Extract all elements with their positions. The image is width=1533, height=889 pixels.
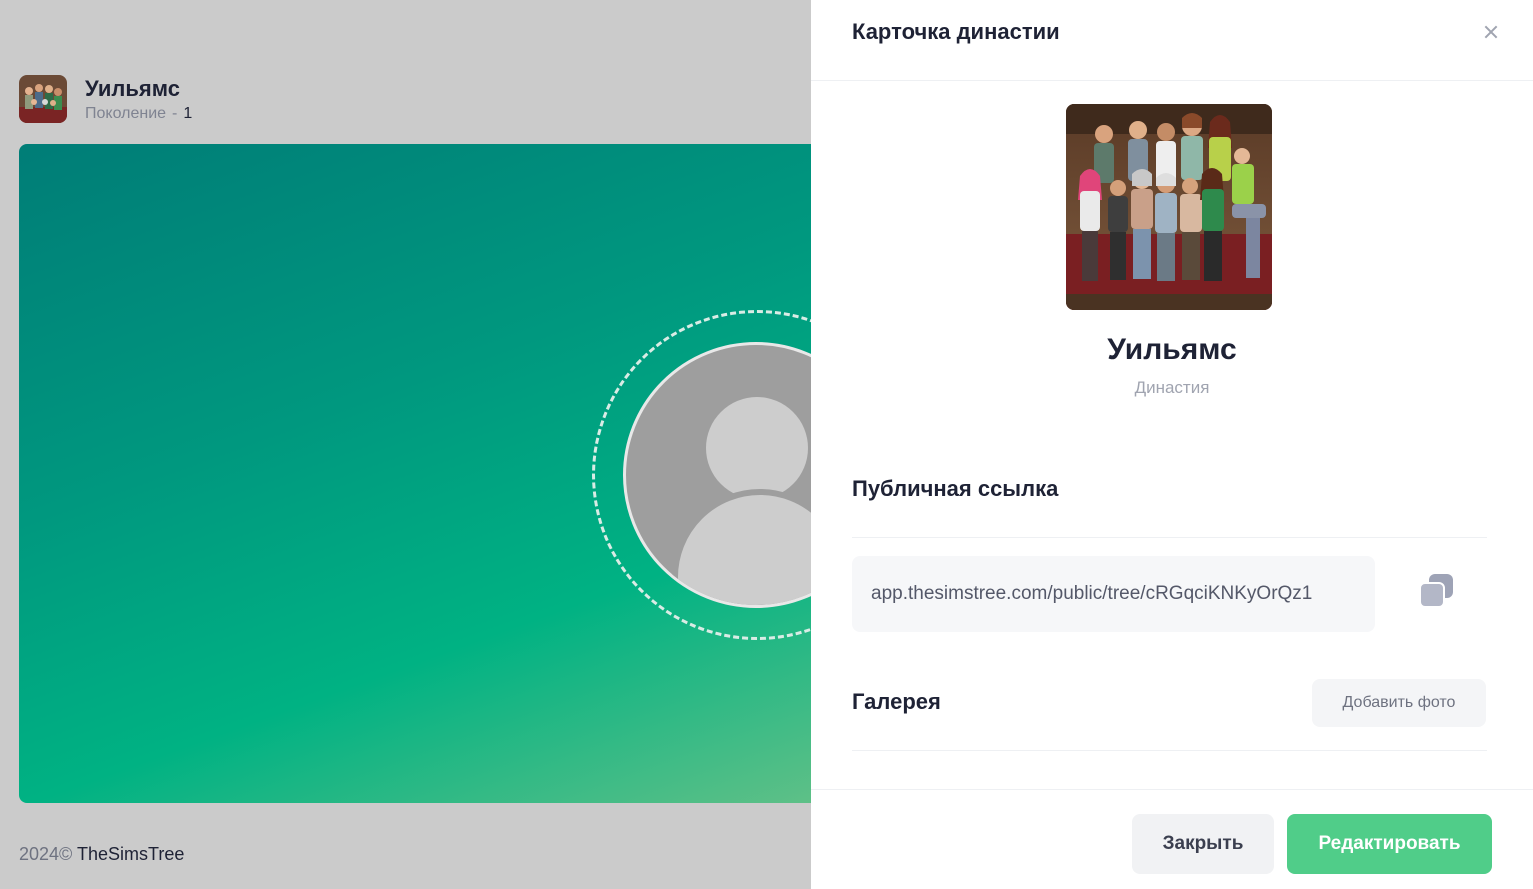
dynasty-name: Уильямс — [1107, 333, 1237, 366]
tree-canvas[interactable] — [19, 144, 811, 803]
add-photo-button[interactable]: Добавить фото — [1312, 679, 1486, 727]
generation-value: 1 — [183, 104, 193, 122]
close-button[interactable]: Закрыть — [1132, 814, 1274, 874]
person-placeholder-body — [672, 489, 811, 605]
dynasty-photo — [1066, 104, 1272, 310]
dynasty-card-drawer: Карточка династии Уильямс Династия Публи… — [811, 0, 1533, 889]
public-link-title: Публичная ссылка — [852, 476, 1059, 501]
tree-header: Уильямс Поколение -1 — [19, 75, 192, 123]
generation-separator: - — [172, 104, 178, 122]
public-link-url[interactable]: app.thesimstree.com/public/tree/cRGqciKN… — [871, 583, 1312, 605]
dynasty-kind: Династия — [1134, 378, 1210, 397]
person-placeholder-icon — [706, 397, 808, 499]
gallery-divider — [852, 750, 1487, 751]
close-icon[interactable] — [1481, 22, 1501, 42]
dynasty-avatar[interactable] — [19, 75, 67, 123]
page-footer: 2024© TheSimsTree — [19, 844, 184, 865]
footer-year: 2024© — [19, 844, 73, 864]
drawer-header: Карточка династии — [811, 0, 1533, 81]
generation-label: Поколение — [85, 104, 167, 122]
public-link-field[interactable]: app.thesimstree.com/public/tree/cRGqciKN… — [852, 556, 1375, 632]
generation-info: Поколение -1 — [85, 105, 192, 123]
edit-button[interactable]: Редактировать — [1287, 814, 1492, 874]
tree-title: Уильямс — [85, 75, 180, 101]
footer-brand[interactable]: TheSimsTree — [77, 844, 184, 864]
copy-icon[interactable] — [1417, 572, 1457, 612]
drawer-footer: Закрыть Редактировать — [811, 789, 1533, 889]
public-link-divider — [852, 537, 1487, 538]
drawer-title: Карточка династии — [852, 19, 1060, 44]
gallery-title: Галерея — [852, 689, 941, 714]
copy-icon-front — [1419, 582, 1445, 608]
